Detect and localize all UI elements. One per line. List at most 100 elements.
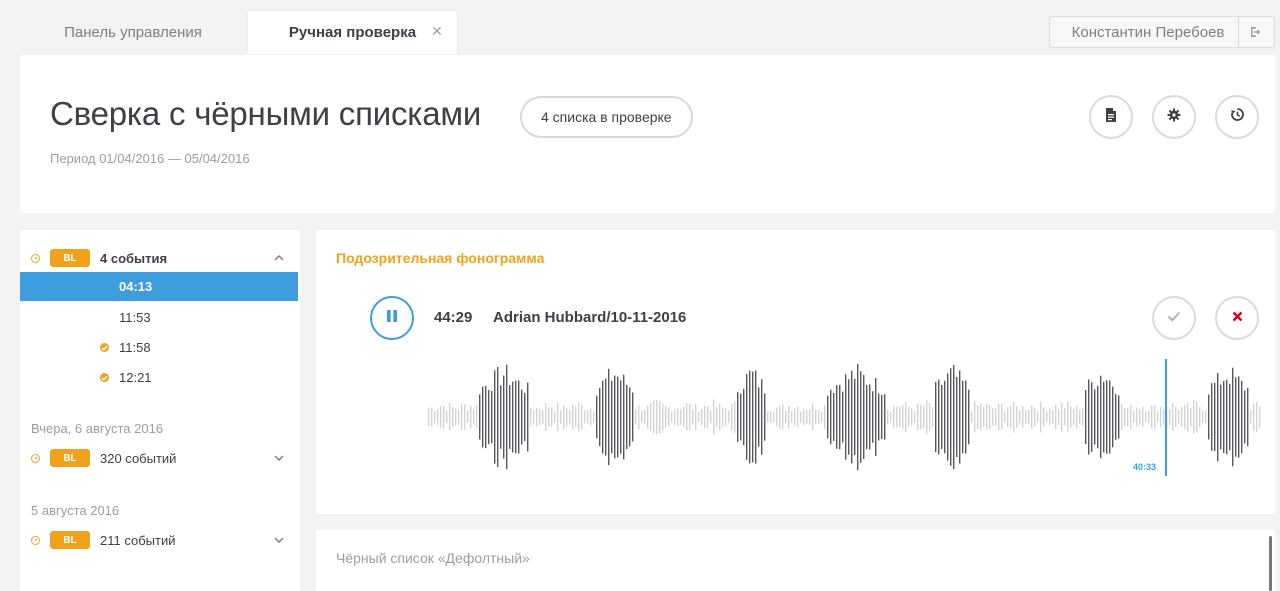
pause-icon [386, 309, 398, 328]
waveform-bar [785, 410, 787, 424]
pause-button[interactable] [370, 296, 414, 340]
waveform-bar [1088, 379, 1090, 455]
logout-icon[interactable] [1238, 17, 1274, 47]
player-title: Подозрительная фонограмма [336, 250, 545, 266]
event-item[interactable]: 11:53 [20, 303, 298, 332]
waveform-bar [626, 384, 628, 450]
waveform-bar [794, 408, 796, 426]
waveform-bar [599, 387, 601, 447]
waveform-bar [1076, 405, 1078, 429]
waveform-bar [635, 409, 637, 425]
waveform-bar [692, 409, 694, 425]
settings-button[interactable] [1152, 95, 1196, 139]
waveform-bar [1214, 382, 1216, 452]
waveform-bar [608, 368, 610, 466]
waveform-bar [983, 407, 985, 427]
waveform-bar [1139, 409, 1141, 425]
waveform-bar [689, 403, 691, 431]
player-time: 44:29 [434, 309, 473, 326]
waveform-bar [656, 400, 658, 434]
history-button[interactable] [1215, 95, 1259, 139]
waveform-bar [1118, 395, 1120, 439]
waveform-bar [509, 385, 511, 449]
waveform-bar [623, 374, 625, 460]
waveform-bar [1082, 408, 1084, 426]
waveform-bar [848, 379, 850, 455]
waveform-bar [809, 409, 811, 425]
waveform-bar [1004, 411, 1006, 423]
report-button[interactable] [1089, 95, 1133, 139]
waveform-bar [872, 391, 874, 443]
event-item[interactable]: 11:58 [20, 333, 298, 362]
waveform-bar [1040, 401, 1042, 433]
waveform-bar [650, 403, 652, 431]
waveform-bar [815, 410, 817, 424]
waveform-bar [731, 403, 733, 431]
tab-manual-check[interactable]: Ручная проверка × [247, 10, 458, 54]
reject-button[interactable] [1215, 296, 1259, 340]
waveform-bar [1106, 380, 1108, 454]
chevron-down-icon[interactable] [272, 533, 286, 547]
waveform-bar [1244, 390, 1246, 444]
event-group[interactable]: BL 211 событий [20, 526, 300, 554]
period-text: Период 01/04/2016 — 05/04/2016 [50, 151, 250, 166]
waveform-bar [1136, 407, 1138, 427]
waveform-bar [521, 389, 523, 445]
waveform-bar [1043, 407, 1045, 427]
waveform-bar [686, 403, 688, 431]
waveform-bar [485, 385, 487, 449]
waveform-bar [1232, 367, 1234, 467]
event-group[interactable]: BL 320 событий [20, 444, 300, 472]
event-item[interactable]: 12:21 [20, 363, 298, 392]
waveform-bar [545, 402, 547, 432]
waveform-bar [1112, 386, 1114, 448]
event-group[interactable]: BL 4 события [20, 244, 300, 272]
waveform-bar [884, 394, 886, 440]
waveform-bar [662, 403, 664, 431]
waveform-bar [1226, 379, 1228, 455]
waveform-bar [1061, 402, 1063, 432]
waveform-bar [482, 386, 484, 448]
bl-badge: BL [50, 531, 90, 549]
waveform-bar [1109, 380, 1111, 454]
waveform-bar [1100, 375, 1102, 459]
waveform-bar [911, 408, 913, 426]
lists-in-check-button[interactable]: 4 списка в проверке [520, 96, 693, 138]
waveform-bar [647, 405, 649, 429]
waveform-bar [1181, 407, 1183, 427]
waveform-bar [818, 409, 820, 425]
waveform-bar [1031, 405, 1033, 429]
waveform-bar [1178, 409, 1180, 425]
waveform-bar [1019, 410, 1021, 424]
waveform-bar [578, 402, 580, 432]
waveform-bar [584, 410, 586, 424]
user-menu[interactable]: Константин Перебоев [1049, 16, 1275, 48]
waveform-bar [548, 407, 550, 427]
waveform-bar [1013, 401, 1015, 433]
waveform-bar [1037, 411, 1039, 423]
chevron-down-icon[interactable] [272, 451, 286, 465]
waveform-bar [788, 405, 790, 429]
scrollbar[interactable] [1269, 536, 1272, 591]
waveform-bar [653, 400, 655, 434]
tab-dashboard[interactable]: Панель управления [20, 10, 246, 54]
waveform-bar [1202, 411, 1204, 423]
event-item[interactable]: 04:13 [20, 272, 298, 301]
waveform-bar [1247, 387, 1249, 447]
waveform-bar [863, 374, 865, 460]
waveform-bar [617, 376, 619, 458]
waveform-bar [965, 380, 967, 454]
playhead[interactable] [1164, 359, 1167, 476]
waveform-bar [761, 379, 763, 455]
waveform-bar [1223, 380, 1225, 454]
waveform-bar [431, 407, 433, 427]
waveform-bar [905, 402, 907, 432]
close-icon[interactable]: × [429, 22, 445, 40]
waveform-bar [1007, 407, 1009, 427]
accept-button[interactable] [1152, 296, 1196, 340]
waveform-bar [683, 406, 685, 428]
waveform-bar [1094, 389, 1096, 445]
waveform-bar [1253, 403, 1255, 431]
chevron-up-icon[interactable] [272, 251, 286, 265]
waveform-bar [977, 405, 979, 429]
